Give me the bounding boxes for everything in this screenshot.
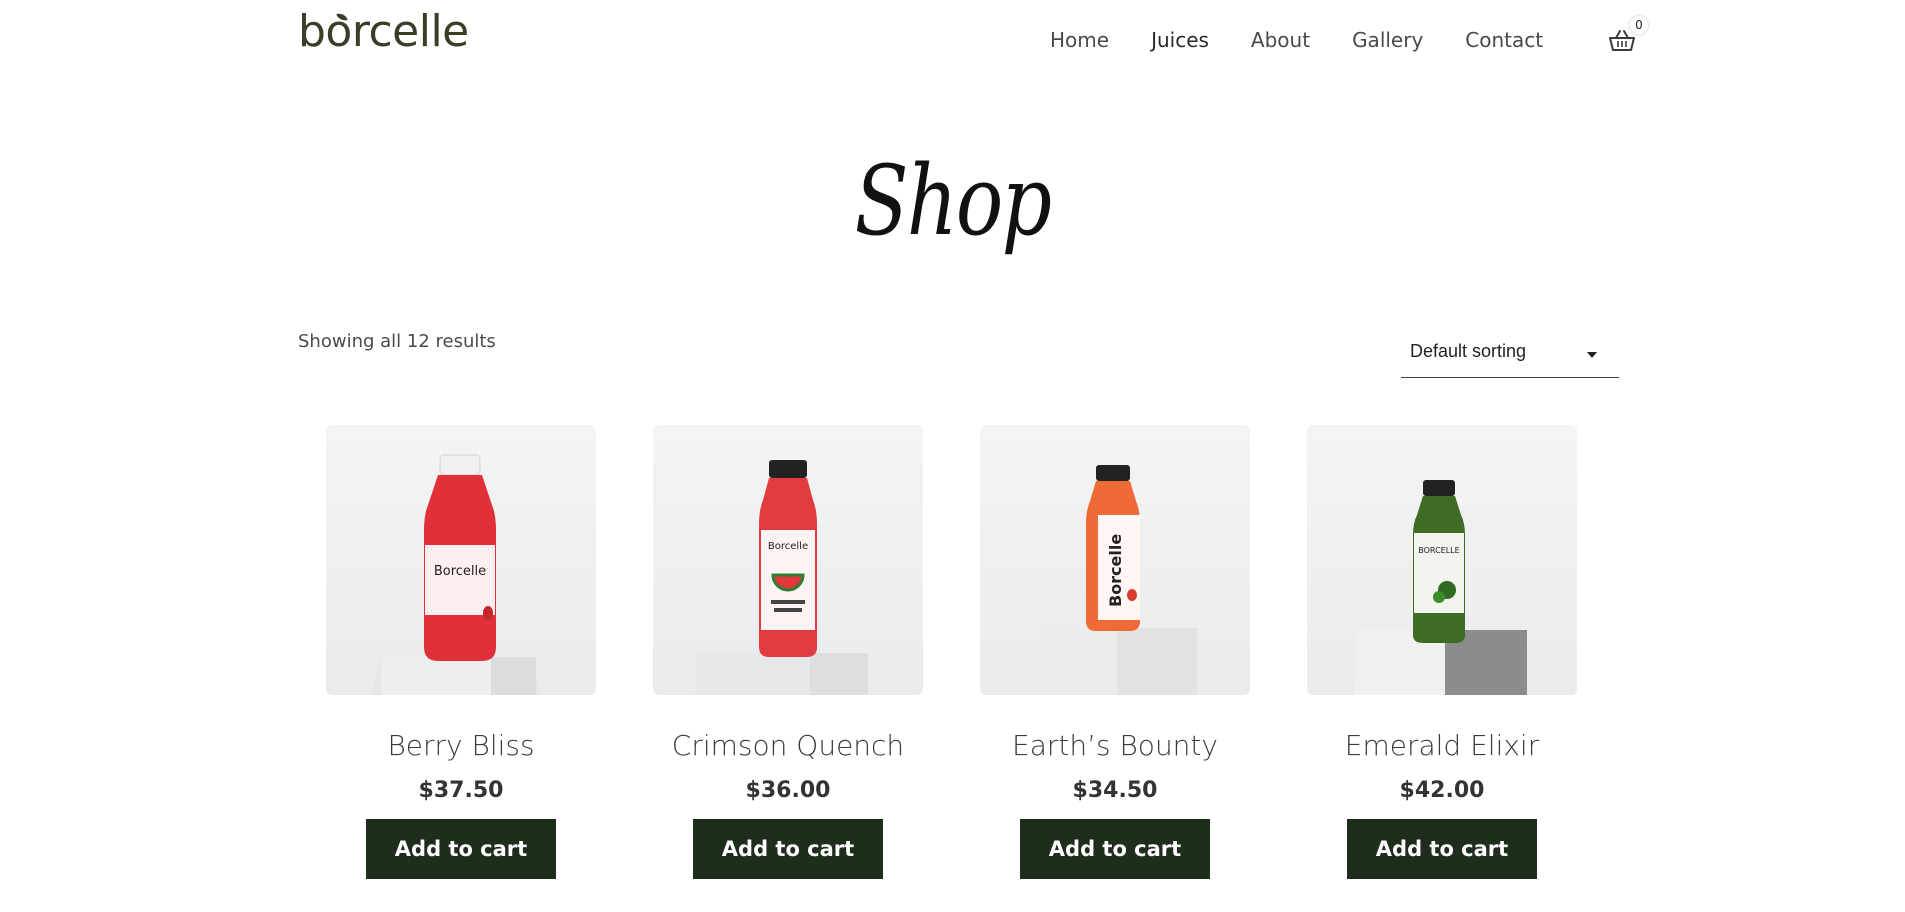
nav-item-contact[interactable]: Contact bbox=[1465, 28, 1543, 52]
result-count: Showing all 12 results bbox=[298, 331, 496, 352]
product-price: $37.50 bbox=[418, 778, 504, 803]
product-image[interactable]: Borcelle bbox=[980, 425, 1250, 695]
product-image[interactable]: Borcelle bbox=[653, 425, 923, 695]
product-price: $42.00 bbox=[1399, 778, 1485, 803]
product-name[interactable]: Crimson Quench bbox=[672, 729, 904, 762]
product-grid: Borcelle Berry Bliss $37.50 Add to cart … bbox=[326, 425, 1634, 879]
bottle-label-text: Borcelle bbox=[434, 564, 486, 579]
product-card: BORCELLE Emerald Elixir $42.00 Add to ca… bbox=[1307, 425, 1577, 879]
basket-icon[interactable] bbox=[1608, 28, 1636, 52]
product-image[interactable]: Borcelle bbox=[326, 425, 596, 695]
product-name[interactable]: Berry Bliss bbox=[387, 729, 534, 762]
brand-logo[interactable]: borcelle bbox=[298, 6, 469, 57]
add-to-cart-button[interactable]: Add to cart bbox=[1020, 819, 1210, 879]
nav-item-home[interactable]: Home bbox=[1050, 28, 1109, 52]
nav-item-juices[interactable]: Juices bbox=[1151, 28, 1209, 52]
brand-logo-text: borcelle bbox=[298, 6, 469, 57]
add-to-cart-button[interactable]: Add to cart bbox=[693, 819, 883, 879]
product-price: $34.50 bbox=[1072, 778, 1158, 803]
product-name[interactable]: Emerald Elixir bbox=[1345, 729, 1539, 762]
caret-down-icon bbox=[1587, 352, 1597, 358]
product-price: $36.00 bbox=[745, 778, 831, 803]
product-card: Borcelle Berry Bliss $37.50 Add to cart bbox=[326, 425, 596, 879]
add-to-cart-button[interactable]: Add to cart bbox=[366, 819, 556, 879]
bottle-label-text: Borcelle bbox=[768, 541, 808, 552]
product-card: Borcelle Earth’s Bounty $34.50 Add to ca… bbox=[980, 425, 1250, 879]
shop-page: borcelle Home Juices About Gallery Conta… bbox=[0, 0, 1905, 912]
bottle-label-text: Borcelle bbox=[1106, 534, 1125, 607]
nav-item-gallery[interactable]: Gallery bbox=[1352, 28, 1423, 52]
cart-count-badge: 0 bbox=[1630, 16, 1648, 34]
product-image[interactable]: BORCELLE bbox=[1307, 425, 1577, 695]
product-card: Borcelle Crimson Quench $36.00 Add to ca… bbox=[653, 425, 923, 879]
page-title: Shop bbox=[854, 145, 1052, 257]
add-to-cart-button[interactable]: Add to cart bbox=[1347, 819, 1537, 879]
sort-select[interactable]: Default sorting bbox=[1401, 330, 1619, 378]
sort-selected-value: Default sorting bbox=[1410, 341, 1527, 361]
product-name[interactable]: Earth’s Bounty bbox=[1012, 729, 1218, 762]
main-nav: Home Juices About Gallery Contact bbox=[1050, 28, 1585, 52]
bottle-label-text: BORCELLE bbox=[1418, 546, 1459, 555]
nav-item-about[interactable]: About bbox=[1251, 28, 1310, 52]
